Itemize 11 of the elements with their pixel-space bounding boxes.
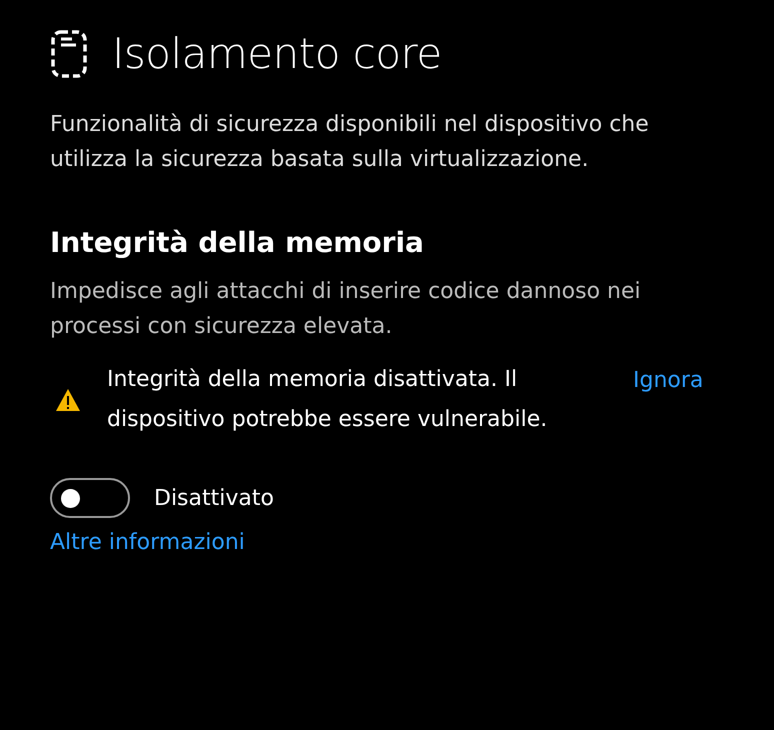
ignore-link[interactable]: Ignora [633,364,704,397]
section-description: Impedisce agli attacchi di inserire codice dannoso nei processi con sicurezza elevata. [50,278,642,341]
section-heading: Integrità della memoria [50,225,425,261]
toggle-label: Disattivato [154,484,274,512]
page-title: Isolamento core [112,28,442,80]
warning-text: Integrità della memoria disattivata. Il dispositivo potrebbe essere vulnerabile. [107,366,548,434]
warning-icon [55,388,81,412]
more-info-link[interactable]: Altre informazioni [50,530,245,555]
description-text: Funzionalità di sicurezza disponibili nel dispositivo che utilizza la sicurezza basata sulla virtualizzazione. [50,111,650,174]
device-security-icon [50,28,88,78]
toggle-switch[interactable] [50,478,130,518]
